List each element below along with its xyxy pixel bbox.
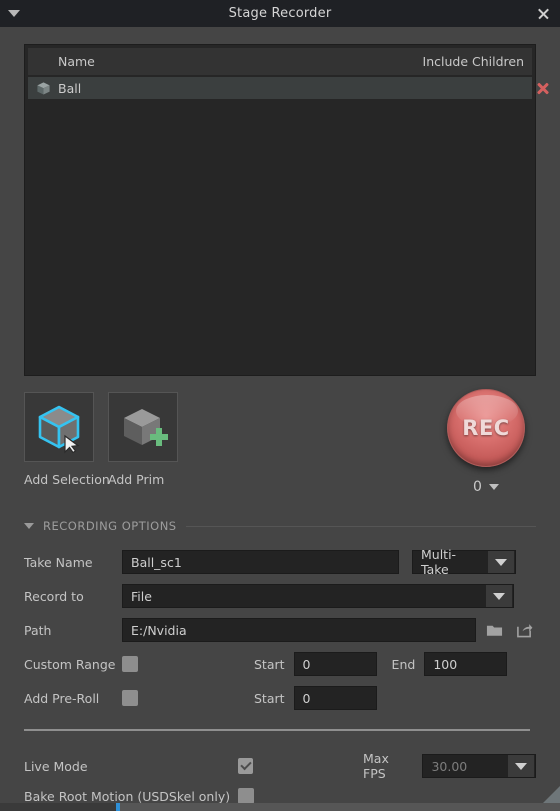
- cube-plus-icon: [124, 409, 168, 446]
- take-mode-value: Multi-Take: [421, 547, 457, 577]
- take-count-selector[interactable]: 0: [473, 479, 499, 495]
- caret-down-icon: [495, 558, 507, 566]
- max-fps-label: Max FPS: [363, 751, 389, 781]
- take-count-value: 0: [473, 479, 482, 495]
- section-title: RECORDING OPTIONS: [43, 519, 177, 533]
- max-fps-value: 30.00: [431, 758, 468, 774]
- record-to-dropdown[interactable]: File: [122, 584, 514, 608]
- add-prim-label: Add Prim: [108, 472, 165, 487]
- resize-grip[interactable]: [543, 786, 560, 803]
- add-selection-label: Add Selection: [24, 472, 110, 487]
- delete-x-icon: [536, 81, 550, 95]
- add-selection-tool[interactable]: Add Selection: [24, 392, 110, 487]
- take-name-row: Take Name Ball_sc1 Multi-Take: [24, 545, 536, 579]
- custom-range-checkbox-cell: [122, 656, 190, 672]
- take-name-label: Take Name: [24, 554, 93, 570]
- live-mode-checkbox[interactable]: [238, 758, 254, 774]
- open-external-icon: [516, 624, 532, 638]
- bottom-divider: [24, 729, 530, 731]
- max-fps-dropdown[interactable]: 30.00: [422, 754, 536, 778]
- section-divider: [185, 525, 536, 527]
- close-icon: [537, 7, 550, 20]
- caret-down-icon: [488, 484, 499, 490]
- take-mode-dropdown-button[interactable]: [488, 551, 514, 573]
- prim-list[interactable]: Name Include Children Ball: [24, 44, 536, 376]
- cube-selection-icon: [38, 405, 80, 454]
- horizontal-scrollbar[interactable]: [0, 803, 560, 811]
- collapse-panel-button[interactable]: [0, 0, 28, 27]
- folder-icon: [486, 625, 502, 636]
- prim-list-header: Name Include Children: [28, 48, 532, 75]
- pre-roll-checkbox[interactable]: [122, 690, 138, 706]
- prim-list-rows: Ball: [28, 77, 532, 99]
- scrollbar-thumb[interactable]: [116, 803, 120, 811]
- pre-roll-start-label: Start: [254, 690, 285, 706]
- pre-roll-row: Add Pre-Roll Start 0: [24, 681, 536, 715]
- path-input[interactable]: E:/Nvidia: [122, 618, 476, 642]
- tool-buttons: Add Selection Add Prim: [24, 392, 178, 487]
- close-window-button[interactable]: [526, 0, 560, 27]
- bake-root-motion-checkbox[interactable]: [238, 788, 254, 804]
- record-to-label: Record to: [24, 588, 84, 604]
- add-prim-button[interactable]: [108, 392, 178, 462]
- recording-options-form: Take Name Ball_sc1 Multi-Take Record to …: [24, 545, 536, 715]
- recording-options-section-header[interactable]: RECORDING OPTIONS: [24, 519, 536, 533]
- add-selection-button[interactable]: [24, 392, 94, 462]
- take-name-input[interactable]: Ball_sc1: [122, 550, 399, 574]
- custom-range-start-label: Start: [254, 656, 285, 672]
- custom-range-checkbox[interactable]: [122, 656, 138, 672]
- custom-range-start-input[interactable]: 0: [293, 652, 377, 676]
- pre-roll-start-input[interactable]: 0: [293, 686, 377, 710]
- stage-recorder-panel: Name Include Children Ball Add Selection…: [0, 27, 560, 811]
- delete-row-button[interactable]: [534, 79, 552, 97]
- window-titlebar: Stage Recorder: [0, 0, 560, 27]
- custom-range-row: Custom Range Start 0 End 100: [24, 647, 536, 681]
- caret-down-icon: [493, 592, 505, 600]
- custom-range-label: Custom Range: [24, 656, 116, 672]
- record-button-label: REC: [462, 416, 510, 440]
- record-to-row: Record to File: [24, 579, 536, 613]
- cube-icon: [32, 77, 54, 99]
- custom-range-end-label: End: [391, 656, 416, 672]
- open-external-button[interactable]: [512, 618, 536, 642]
- take-mode-dropdown[interactable]: Multi-Take: [412, 547, 516, 577]
- record-to-dropdown-button[interactable]: [486, 585, 512, 607]
- bake-root-motion-label: Bake Root Motion (USDSkel only): [24, 788, 231, 804]
- caret-down-icon: [8, 10, 20, 17]
- column-header-name: Name: [58, 54, 95, 69]
- max-fps-dropdown-button[interactable]: [508, 755, 534, 777]
- check-icon: [240, 758, 252, 771]
- path-label: Path: [24, 622, 52, 638]
- custom-range-end-input[interactable]: 100: [424, 652, 508, 676]
- pre-roll-checkbox-cell: [122, 690, 190, 706]
- path-row: Path E:/Nvidia: [24, 613, 536, 647]
- column-header-include-children: Include Children: [422, 54, 524, 69]
- list-item-label: Ball: [58, 80, 82, 96]
- add-prim-tool[interactable]: Add Prim: [108, 392, 178, 487]
- record-controls: REC 0: [436, 389, 536, 495]
- playback-options: Live Mode Max FPS 30.00 Bake Root Motion…: [24, 751, 536, 811]
- pre-roll-label: Add Pre-Roll: [24, 690, 100, 706]
- caret-down-icon: [515, 762, 527, 770]
- caret-down-icon: [24, 523, 34, 529]
- table-row[interactable]: Ball: [28, 77, 532, 99]
- scrollbar-track-left: [0, 803, 116, 811]
- record-button[interactable]: REC: [447, 389, 525, 467]
- record-to-value: File: [131, 588, 152, 604]
- live-mode-label: Live Mode: [24, 758, 88, 774]
- window-title: Stage Recorder: [228, 6, 332, 21]
- browse-folder-button[interactable]: [482, 618, 506, 642]
- live-mode-row: Live Mode Max FPS 30.00: [24, 751, 536, 781]
